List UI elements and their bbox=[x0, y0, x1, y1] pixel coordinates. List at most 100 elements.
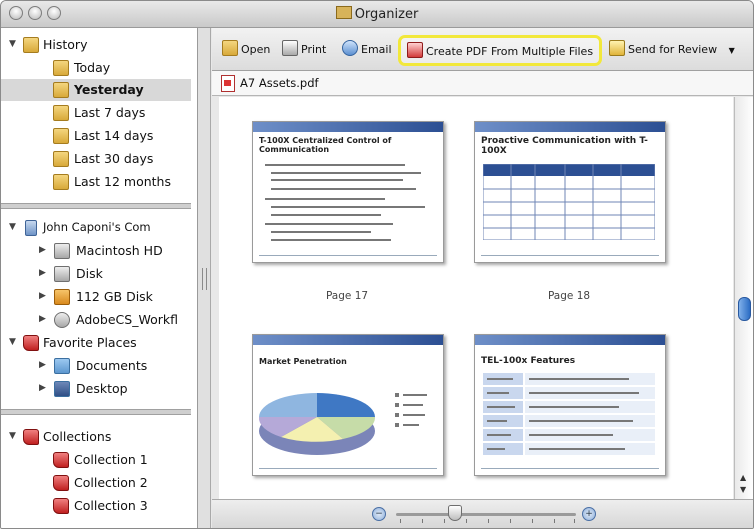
sidebar-collections-label: Collections bbox=[43, 429, 112, 444]
zoom-out-button[interactable]: − bbox=[372, 507, 386, 521]
sidebar-item-label: Collection 3 bbox=[74, 498, 148, 513]
sidebar-history[interactable]: ▼ History bbox=[1, 34, 191, 56]
sidebar-collections[interactable]: ▼ Collections bbox=[1, 426, 191, 448]
scrollbar-thumb[interactable] bbox=[738, 297, 751, 321]
page-thumbnail[interactable]: T-100X Centralized Control of Communicat… bbox=[252, 121, 444, 263]
disclosure-triangle-open-icon[interactable]: ▼ bbox=[9, 431, 16, 441]
zoom-slider-track[interactable] bbox=[396, 513, 576, 516]
email-button-label: Email bbox=[361, 43, 392, 56]
page-thumbnail[interactable]: Proactive Communication with T-100X bbox=[474, 121, 666, 263]
disclosure-triangle-closed-icon[interactable]: ▶ bbox=[39, 291, 46, 301]
sidebar-item-last-30-days[interactable]: Last 30 days bbox=[1, 148, 191, 170]
sidebar-item-label: Disk bbox=[76, 266, 103, 281]
sidebar-item-macintosh-hd[interactable]: ▶ Macintosh HD bbox=[1, 240, 191, 262]
disclosure-triangle-closed-icon[interactable]: ▶ bbox=[39, 360, 46, 370]
sidebar-item-yesterday[interactable]: Yesterday bbox=[1, 79, 191, 101]
pane-splitter[interactable] bbox=[198, 28, 211, 528]
pie-legend bbox=[395, 393, 427, 427]
sidebar-computer[interactable]: ▼ John Caponi's Com bbox=[1, 217, 191, 239]
disclosure-triangle-open-icon[interactable]: ▼ bbox=[9, 337, 16, 347]
sidebar-item-label: Macintosh HD bbox=[76, 243, 163, 258]
history-folder-icon bbox=[23, 37, 39, 53]
email-button[interactable]: Email bbox=[342, 40, 392, 60]
slider-tick bbox=[400, 519, 401, 523]
history-icon bbox=[53, 151, 69, 167]
print-button-label: Print bbox=[301, 43, 327, 56]
scroll-up-arrow-icon[interactable]: ▲ bbox=[740, 473, 746, 482]
disclosure-triangle-closed-icon[interactable]: ▶ bbox=[39, 245, 46, 255]
sidebar-favorite-places[interactable]: ▼ Favorite Places bbox=[1, 332, 191, 354]
sidebar-item-last-14-days[interactable]: Last 14 days bbox=[1, 125, 191, 147]
sidebar-item-adobecs-workfl[interactable]: ▶ AdobeCS_Workfl bbox=[1, 309, 191, 331]
create-pdf-icon bbox=[407, 42, 423, 58]
vertical-scrollbar[interactable]: ▲ ▼ bbox=[734, 97, 753, 499]
disclosure-triangle-closed-icon[interactable]: ▶ bbox=[39, 383, 46, 393]
sidebar-favorites-label: Favorite Places bbox=[43, 335, 137, 350]
scroll-down-arrow-icon[interactable]: ▼ bbox=[740, 485, 746, 494]
sidebar-separator[interactable] bbox=[1, 203, 191, 209]
slider-tick bbox=[488, 519, 489, 523]
documents-folder-icon bbox=[54, 358, 70, 374]
collection-icon bbox=[53, 452, 69, 468]
network-volume-icon bbox=[54, 312, 70, 328]
slide-header-band bbox=[475, 335, 665, 345]
send-for-review-button[interactable]: Send for Review ▼ bbox=[609, 40, 735, 60]
slide-table-rows bbox=[483, 373, 655, 455]
sidebar-separator[interactable] bbox=[1, 409, 191, 415]
document-header: A7 Assets.pdf bbox=[212, 71, 753, 96]
toolbar: Open Print Email Create PDF From Multipl… bbox=[212, 28, 753, 71]
slide-footer-line bbox=[259, 468, 437, 469]
slider-tick bbox=[532, 519, 533, 523]
slider-tick bbox=[554, 519, 555, 523]
slide-text-line bbox=[271, 214, 381, 216]
page-thumbnail[interactable]: TEL-100x Features bbox=[474, 334, 666, 476]
sidebar-item-desktop[interactable]: ▶ Desktop bbox=[1, 378, 191, 400]
sidebar-item-today[interactable]: Today bbox=[1, 57, 191, 79]
print-button[interactable]: Print bbox=[282, 40, 326, 60]
zoom-in-button[interactable]: + bbox=[582, 507, 596, 521]
page-label: Page 18 bbox=[547, 290, 591, 302]
slider-tick bbox=[466, 519, 467, 523]
sidebar-item-label: 112 GB Disk bbox=[76, 289, 153, 304]
create-pdf-from-multiple-files-button[interactable]: Create PDF From Multiple Files bbox=[398, 35, 603, 66]
open-button[interactable]: Open bbox=[222, 40, 270, 60]
sidebar-item-documents[interactable]: ▶ Documents bbox=[1, 355, 191, 377]
slider-tick bbox=[574, 519, 575, 523]
collections-icon bbox=[23, 429, 39, 445]
slide-table bbox=[483, 164, 655, 240]
title-bar[interactable]: Organizer bbox=[1, 1, 753, 28]
sidebar-item-disk[interactable]: ▶ Disk bbox=[1, 263, 191, 285]
sidebar-item-label: Yesterday bbox=[74, 82, 144, 97]
sidebar-item-last-7-days[interactable]: Last 7 days bbox=[1, 102, 191, 124]
pie-slice bbox=[317, 393, 375, 417]
sidebar-item-collection-1[interactable]: Collection 1 bbox=[1, 449, 191, 471]
sidebar-item-collection-2[interactable]: Collection 2 bbox=[1, 472, 191, 494]
disclosure-triangle-open-icon[interactable]: ▼ bbox=[9, 39, 16, 49]
disclosure-triangle-closed-icon[interactable]: ▶ bbox=[39, 314, 46, 324]
sidebar-item-label: Last 30 days bbox=[74, 151, 154, 166]
chevron-down-icon[interactable]: ▼ bbox=[729, 46, 735, 55]
slide-text-line bbox=[271, 239, 391, 241]
history-icon bbox=[53, 174, 69, 190]
page-thumbnail[interactable]: Market Penetration bbox=[252, 334, 444, 476]
sidebar-item-112-gb-disk[interactable]: ▶ 112 GB Disk bbox=[1, 286, 191, 308]
computer-icon bbox=[25, 220, 37, 236]
external-drive-icon bbox=[54, 289, 70, 305]
history-icon bbox=[53, 128, 69, 144]
slide-footer-line bbox=[481, 255, 659, 256]
sidebar-item-collection-3[interactable]: Collection 3 bbox=[1, 495, 191, 517]
slide-feature-table bbox=[483, 373, 655, 455]
slide-header-band bbox=[253, 122, 443, 132]
disclosure-triangle-open-icon[interactable]: ▼ bbox=[9, 222, 16, 232]
disclosure-triangle-closed-icon[interactable]: ▶ bbox=[39, 268, 46, 278]
zoom-slider-knob[interactable] bbox=[448, 505, 462, 521]
splitter-grip-icon[interactable] bbox=[202, 268, 207, 290]
email-icon bbox=[342, 40, 358, 56]
window-title-label: Organizer bbox=[354, 7, 419, 22]
slide-pie-graphic bbox=[258, 393, 427, 455]
sidebar-item-label: Last 14 days bbox=[74, 128, 154, 143]
slide-title: T-100X Centralized Control of Communicat… bbox=[259, 136, 392, 154]
open-folder-icon bbox=[222, 40, 238, 56]
slide-text-line bbox=[271, 179, 403, 181]
sidebar-item-last-12-months[interactable]: Last 12 months bbox=[1, 171, 191, 193]
